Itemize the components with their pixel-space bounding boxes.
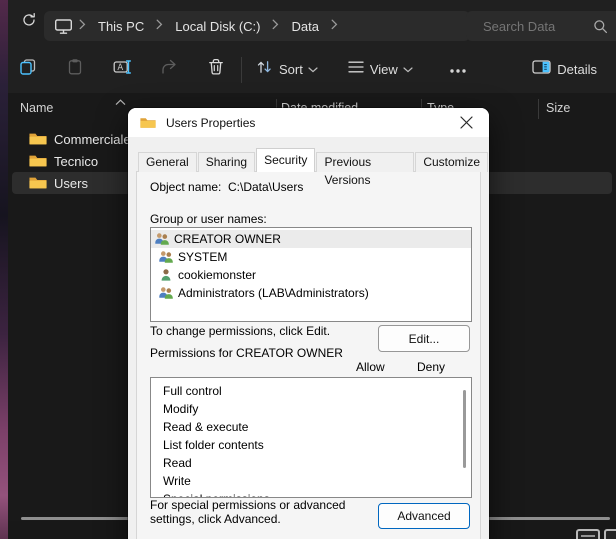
breadcrumb-chevron-icon (272, 17, 279, 35)
svg-text:A: A (117, 63, 123, 73)
share-icon (160, 58, 178, 81)
paste-button[interactable] (58, 53, 92, 87)
breadcrumb-chevron-icon (331, 17, 338, 35)
breadcrumb: This PC Local Disk (C:) Data (44, 11, 470, 41)
command-bar: A (8, 46, 616, 94)
more-options-button[interactable] (441, 53, 475, 87)
edit-button[interactable]: Edit... (378, 325, 470, 352)
breadcrumb-item-this-pc[interactable]: This PC (92, 16, 150, 37)
principal-name: SYSTEM (178, 250, 227, 264)
rename-button[interactable]: A (105, 53, 139, 87)
advanced-settings-hint: For special permissions or advanced sett… (150, 498, 382, 526)
object-name-value: C:\Data\Users (228, 180, 303, 194)
principal-name: cookiemonster (178, 268, 256, 282)
column-separator[interactable] (538, 99, 539, 119)
delete-button[interactable] (199, 53, 233, 87)
object-name-label: Object name: (150, 180, 221, 194)
list-item-administrators[interactable]: Administrators (LAB\Administrators) (151, 284, 471, 302)
breadcrumb-chevron-icon (79, 17, 86, 35)
tab-security[interactable]: Security (256, 148, 315, 172)
sort-button[interactable]: Sort (250, 55, 324, 84)
breadcrumb-item-local-disk-c[interactable]: Local Disk (C:) (169, 16, 266, 37)
permissions-listbox[interactable]: Full control Modify Read & execute List … (150, 377, 472, 498)
tab-sharing[interactable]: Sharing (198, 152, 255, 172)
trash-icon (207, 58, 225, 81)
permission-row[interactable]: List folder contents (151, 436, 471, 454)
file-name: Commerciale (54, 132, 131, 147)
column-header-name[interactable]: Name (20, 101, 53, 115)
folder-icon (29, 176, 47, 190)
edit-permissions-hint: To change permissions, click Edit. (150, 324, 330, 338)
tab-previous-versions[interactable]: Previous Versions (316, 152, 414, 172)
more-icon (449, 61, 467, 79)
permission-row[interactable]: Write (151, 472, 471, 490)
details-view-toggle-button[interactable] (576, 529, 600, 539)
view-icon (348, 60, 364, 79)
permission-row[interactable]: Modify (151, 400, 471, 418)
search-icon[interactable] (593, 19, 608, 34)
permission-row[interactable]: Full control (151, 382, 471, 400)
group-user-listbox[interactable]: CREATOR OWNER SYSTEM cookiemonster Admin… (150, 227, 472, 322)
toolbar-separator (241, 57, 242, 83)
breadcrumb-item-data[interactable]: Data (285, 16, 324, 37)
address-bar-row: This PC Local Disk (C:) Data (8, 0, 616, 46)
file-name: Tecnico (54, 154, 98, 169)
list-item-creator-owner[interactable]: CREATOR OWNER (151, 230, 471, 248)
icons-view-toggle-button[interactable] (604, 529, 616, 539)
column-header-size[interactable]: Size (546, 101, 570, 115)
group-icon (154, 232, 170, 246)
chevron-down-icon (403, 67, 413, 73)
this-pc-icon[interactable] (54, 18, 73, 35)
tab-general[interactable]: General (138, 152, 197, 172)
folder-icon (140, 117, 156, 129)
details-pane-icon (532, 59, 551, 80)
users-properties-dialog: Users Properties General Sharing Securit… (128, 108, 489, 539)
deny-column-label: Deny (417, 360, 445, 374)
list-item-cookiemonster[interactable]: cookiemonster (151, 266, 471, 284)
rename-icon: A (113, 58, 132, 81)
refresh-icon (21, 12, 37, 33)
permissions-scrollbar[interactable] (463, 390, 466, 468)
copy-icon (19, 58, 37, 81)
file-name: Users (54, 176, 88, 191)
close-icon[interactable] (457, 113, 476, 132)
view-button[interactable]: View (342, 56, 419, 83)
user-icon (158, 268, 174, 282)
dialog-title: Users Properties (166, 116, 255, 130)
permissions-for-label: Permissions for CREATOR OWNER (150, 346, 345, 360)
tab-customize[interactable]: Customize (415, 152, 488, 172)
sort-icon (256, 59, 273, 80)
search-box[interactable] (466, 11, 616, 41)
screen: This PC Local Disk (C:) Data (0, 0, 616, 539)
refresh-button[interactable] (16, 9, 42, 35)
dialog-title-bar[interactable]: Users Properties (128, 108, 489, 137)
copy-button[interactable] (11, 53, 45, 87)
allow-column-label: Allow (356, 360, 385, 374)
breadcrumb-chevron-icon (156, 17, 163, 35)
details-label: Details (557, 62, 597, 77)
group-icon (158, 250, 174, 264)
folder-icon (29, 132, 47, 146)
permission-row[interactable]: Read & execute (151, 418, 471, 436)
sort-ascending-caret-icon[interactable] (115, 93, 126, 111)
principal-name: CREATOR OWNER (174, 232, 281, 246)
sort-label: Sort (279, 62, 303, 77)
folder-icon (29, 154, 47, 168)
principal-name: Administrators (LAB\Administrators) (178, 286, 369, 300)
dialog-tab-strip: General Sharing Security Previous Versio… (138, 149, 489, 172)
group-icon (158, 286, 174, 300)
search-input[interactable] (466, 18, 593, 35)
details-button[interactable]: Details (526, 55, 605, 84)
chevron-down-icon (308, 67, 318, 73)
desktop-wallpaper-strip (0, 0, 8, 539)
permission-row[interactable]: Special permissions (151, 490, 471, 498)
share-button[interactable] (152, 53, 186, 87)
paste-icon (66, 58, 84, 81)
view-label: View (370, 62, 398, 77)
advanced-button[interactable]: Advanced (378, 503, 470, 529)
permission-row[interactable]: Read (151, 454, 471, 472)
list-item-system[interactable]: SYSTEM (151, 248, 471, 266)
group-or-user-names-label: Group or user names: (150, 212, 267, 226)
